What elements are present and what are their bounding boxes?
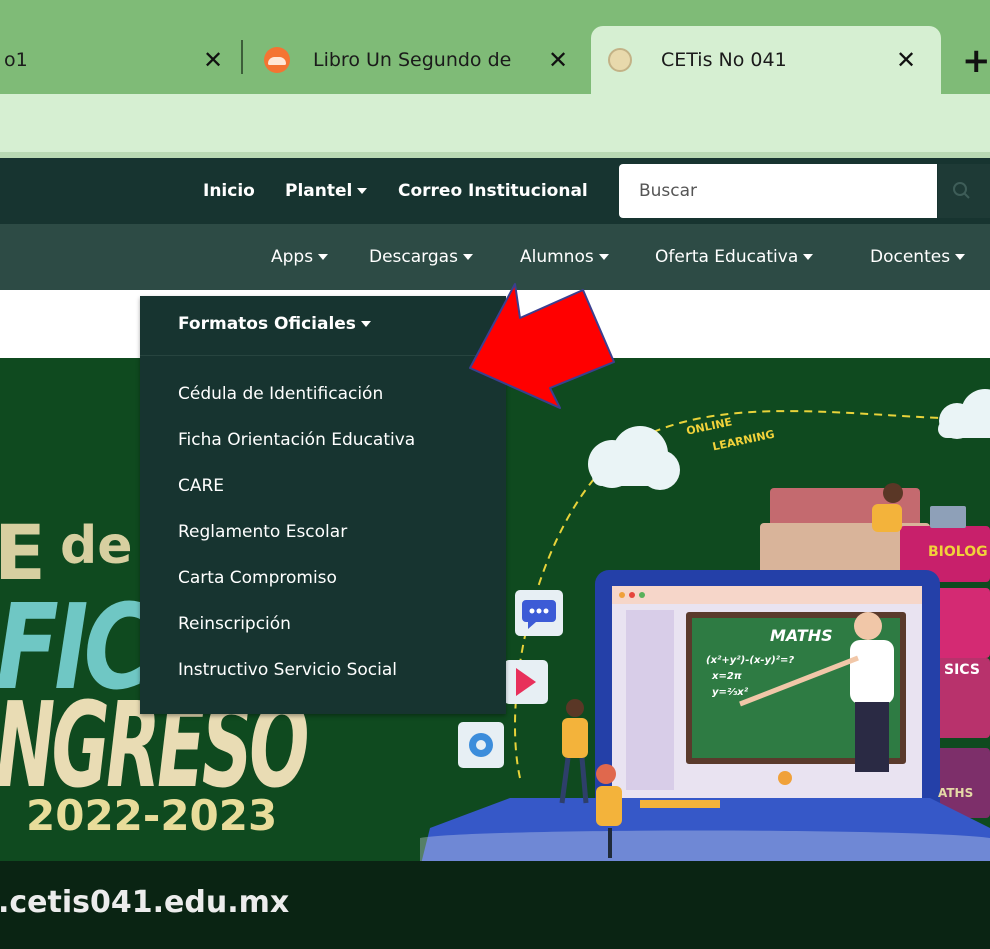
- search-input[interactable]: [619, 164, 937, 218]
- nav-alumnos[interactable]: Alumnos: [520, 224, 609, 290]
- tab-title: CETis No 041: [661, 49, 787, 71]
- formula-2: x=2π: [712, 671, 742, 682]
- nav-docentes[interactable]: Docentes: [870, 224, 965, 290]
- book-biology-label: BIOLOG: [928, 544, 988, 560]
- tab-close-icon[interactable]: ✕: [203, 48, 223, 72]
- browser-tab-1[interactable]: o1 ✕: [0, 26, 238, 94]
- nav-plantel[interactable]: Plantel: [285, 158, 367, 224]
- browser-tab-active[interactable]: CETis No 041 ✕: [591, 26, 941, 94]
- tab-favicon-seal-icon: [608, 48, 632, 72]
- menu-item-servicio-social[interactable]: Instructivo Servicio Social: [178, 660, 397, 680]
- tab-close-icon[interactable]: ✕: [548, 48, 568, 72]
- tab-title: o1: [4, 49, 28, 71]
- address-bar[interactable]: [0, 94, 990, 152]
- menu-item-carta-compromiso[interactable]: Carta Compromiso: [178, 568, 337, 588]
- tab-favicon-icon: [264, 47, 290, 73]
- hero-website-url: .cetis041.edu.mx: [0, 885, 290, 920]
- nav-apps-label: Apps: [271, 247, 314, 267]
- tab-close-icon[interactable]: ✕: [896, 48, 916, 72]
- nav-descargas-label: Descargas: [369, 247, 458, 267]
- maths-label: MATHS: [770, 626, 833, 645]
- book-physics-label: SICS: [944, 662, 980, 678]
- menu-item-reglamento[interactable]: Reglamento Escolar: [178, 522, 347, 542]
- dropdown-header-formatos-oficiales[interactable]: Formatos Oficiales: [178, 314, 371, 334]
- nav-descargas[interactable]: Descargas: [369, 224, 473, 290]
- formula-3: y=⅔x²: [712, 687, 749, 698]
- nav-docentes-label: Docentes: [870, 247, 951, 267]
- tab-separator: [241, 40, 243, 74]
- magnifier-icon: [953, 182, 970, 199]
- menu-item-cedula[interactable]: Cédula de Identificación: [178, 384, 383, 404]
- nav-alumnos-label: Alumnos: [520, 247, 594, 267]
- hero-url-strip: .cetis041.edu.mx: [0, 861, 990, 949]
- menu-item-care[interactable]: CARE: [178, 476, 224, 496]
- nav-correo-institucional[interactable]: Correo Institucional: [398, 158, 588, 224]
- tab-title: Libro Un Segundo de: [313, 49, 512, 71]
- nav-plantel-label: Plantel: [285, 181, 353, 201]
- browser-tab-2[interactable]: Libro Un Segundo de ✕: [252, 26, 582, 94]
- formula-1: (x²+y²)-(x-y)²=?: [706, 655, 795, 666]
- nav-oferta-label: Oferta Educativa: [655, 247, 799, 267]
- dropdown-divider: [140, 355, 506, 356]
- nav-inicio[interactable]: Inicio: [203, 158, 255, 224]
- menu-item-ficha-orientacion[interactable]: Ficha Orientación Educativa: [178, 430, 415, 450]
- search-button[interactable]: [938, 164, 990, 218]
- menu-item-reinscripcion[interactable]: Reinscripción: [178, 614, 291, 634]
- dropdown-header-label: Formatos Oficiales: [178, 314, 356, 334]
- book-maths-label: ATHS: [938, 786, 974, 800]
- secondary-navbar: Apps Descargas Alumnos Oferta Educativa …: [0, 224, 990, 290]
- formatos-dropdown-menu: Formatos Oficiales Cédula de Identificac…: [140, 296, 506, 714]
- nav-apps[interactable]: Apps: [271, 224, 328, 290]
- nav-oferta-educativa[interactable]: Oferta Educativa: [655, 224, 813, 290]
- new-tab-icon[interactable]: +: [962, 44, 990, 78]
